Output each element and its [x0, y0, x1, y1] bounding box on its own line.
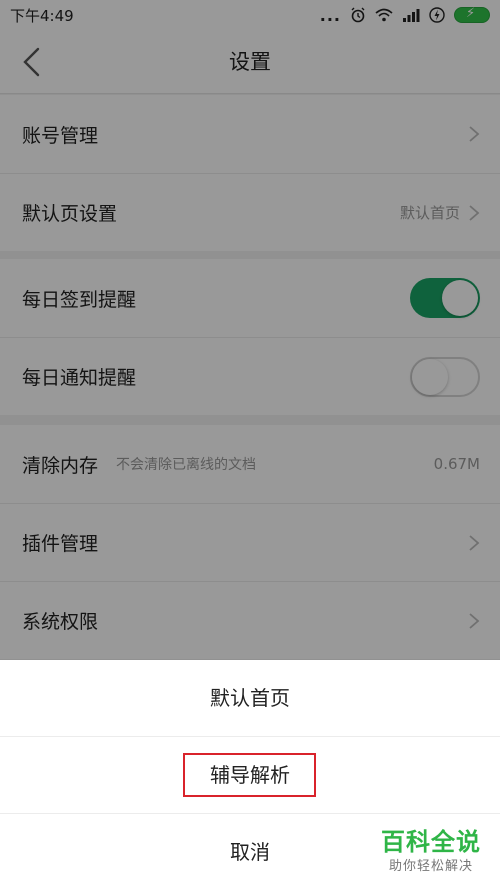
highlight-annotation-box [183, 753, 316, 797]
watermark-logo: 百科全说 助你轻松解决 [370, 826, 492, 882]
watermark-title: 百科全说 [381, 828, 481, 856]
modal-dim-overlay[interactable] [0, 0, 500, 660]
option-default-home[interactable]: 默认首页 [0, 660, 500, 736]
watermark-subtitle: 助你轻松解决 [388, 859, 473, 874]
